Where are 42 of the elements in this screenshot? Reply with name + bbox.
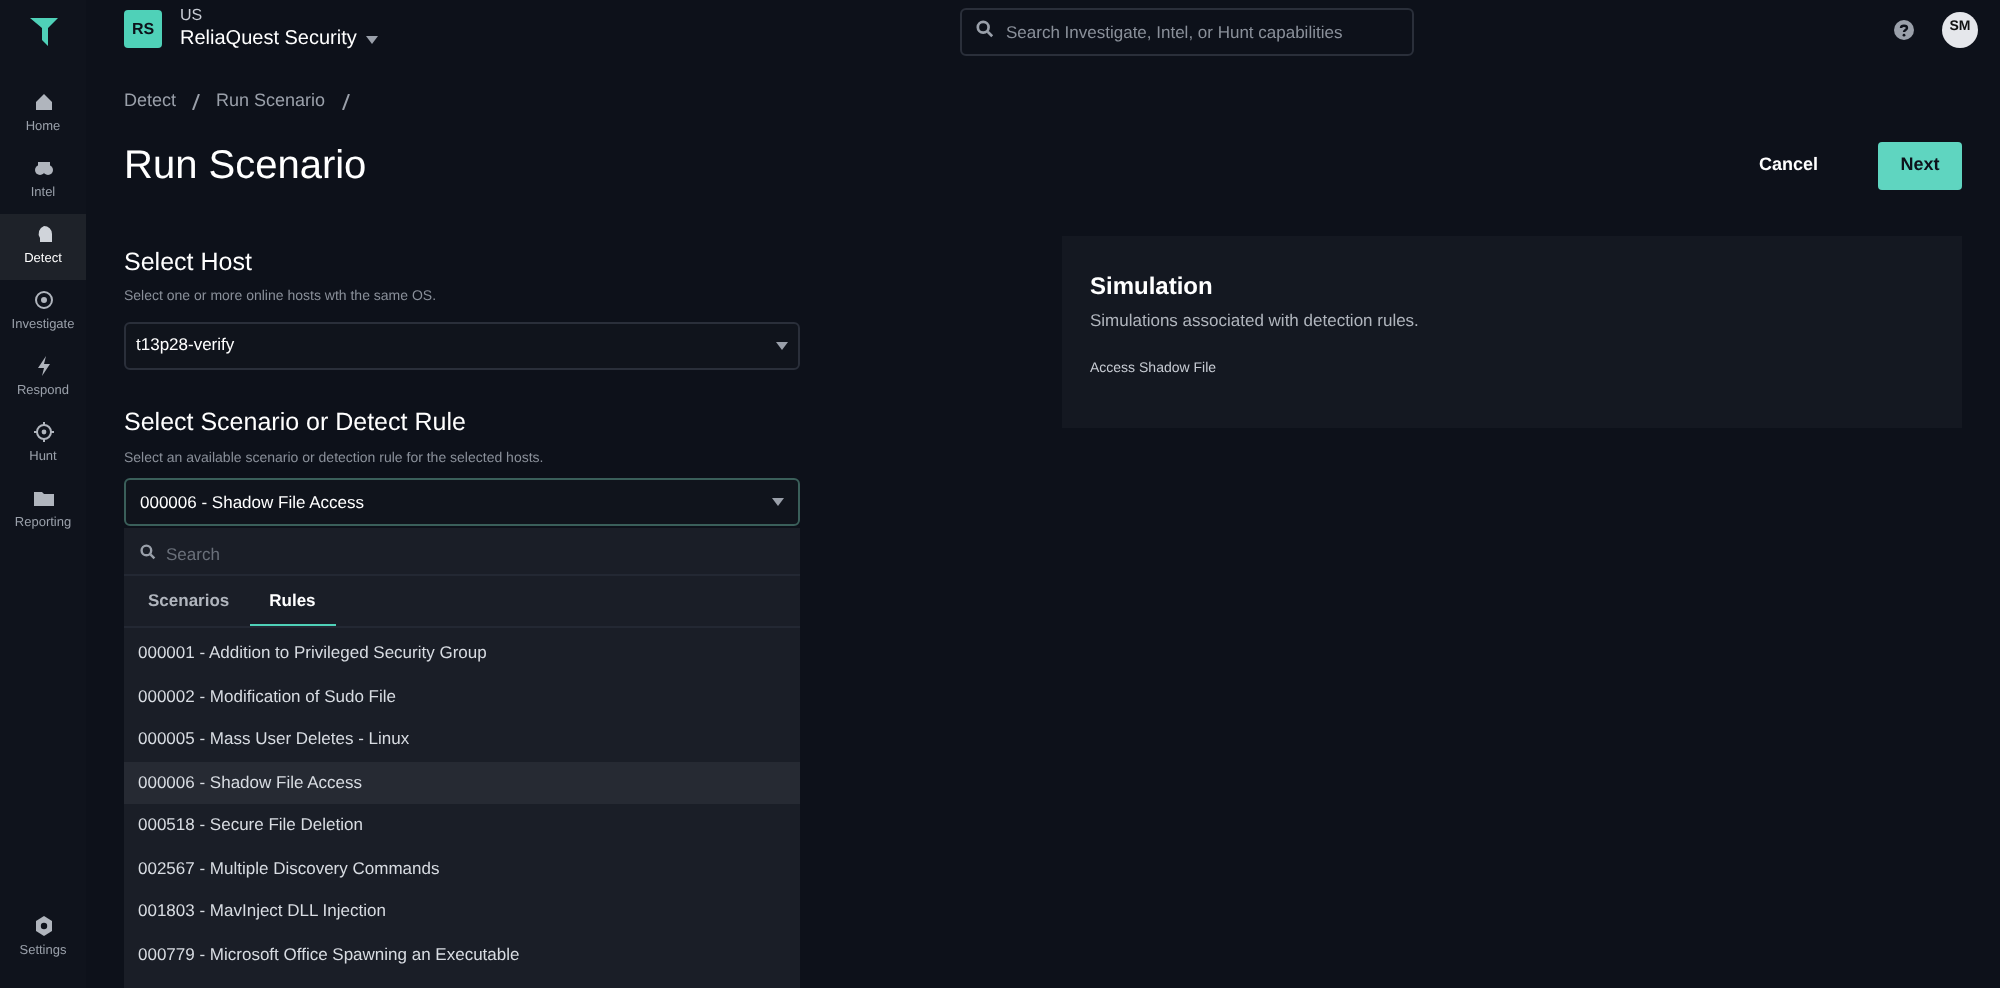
lightning-icon bbox=[33, 356, 53, 377]
dropdown-option[interactable]: 002567 - Multiple Discovery Commands bbox=[124, 847, 800, 890]
settings-icon bbox=[33, 916, 53, 937]
breadcrumb-link[interactable]: Run Scenario bbox=[216, 88, 326, 115]
rule-select[interactable]: 000006 - Shadow File Access bbox=[124, 478, 800, 526]
binoculars-icon bbox=[33, 158, 53, 179]
next-button[interactable]: Next bbox=[1878, 141, 1962, 189]
caret-icon bbox=[776, 341, 788, 350]
org-selector[interactable]: ReliaQuest Security bbox=[180, 30, 379, 50]
caret-icon bbox=[366, 36, 379, 44]
cancel-button[interactable]: Cancel bbox=[1738, 141, 1838, 189]
card-heading: Simulation bbox=[1090, 269, 1215, 303]
house-icon bbox=[33, 92, 53, 113]
card-subtitle: Simulations associated with detection rules. bbox=[1090, 307, 1421, 333]
caret-icon bbox=[772, 498, 784, 506]
dropdown-option[interactable]: 001803 - MavInject DLL Injection bbox=[124, 890, 800, 933]
help-icon[interactable] bbox=[1894, 19, 1914, 39]
page-title: Run Scenario bbox=[124, 141, 367, 191]
section-heading: Select Scenario or Detect Rule bbox=[124, 405, 468, 440]
dropdown-option[interactable]: 000001 - Addition to Privileged Security Group bbox=[124, 632, 800, 675]
org-badge: RS bbox=[124, 10, 162, 48]
dropdown-option[interactable]: 000002 - Modification of Sudo File bbox=[124, 675, 800, 718]
dropdown-tab[interactable]: Rules bbox=[249, 576, 336, 626]
section-heading: Select Host bbox=[124, 245, 254, 279]
logo-icon bbox=[29, 18, 57, 46]
radar-icon bbox=[33, 290, 53, 311]
search-icon bbox=[976, 20, 994, 38]
breadcrumb-link[interactable]: Detect bbox=[124, 88, 177, 115]
breadcrumb-separator-icon bbox=[192, 93, 201, 110]
host-select[interactable]: t13p28-verify bbox=[124, 321, 800, 370]
dropdown-option[interactable]: 000518 - Secure File Deletion bbox=[124, 804, 800, 847]
breadcrumb-separator-icon bbox=[341, 93, 350, 110]
crosshair-icon bbox=[33, 422, 53, 443]
dropdown-tab[interactable]: Scenarios bbox=[128, 576, 250, 626]
dropdown-option[interactable]: 000779 - Microsoft Office Spawning an Executable bbox=[124, 933, 800, 976]
search-icon bbox=[140, 544, 156, 560]
dropdown-search-field[interactable]: Search bbox=[124, 531, 800, 577]
folder-icon bbox=[33, 488, 53, 509]
region-label: US bbox=[180, 8, 205, 24]
dropdown-option[interactable]: 000006 - Shadow File Access bbox=[124, 761, 800, 804]
search-field[interactable]: Search Investigate, Intel, or Hunt capabilities bbox=[960, 7, 1414, 55]
dropdown-option[interactable]: 000005 - Mass User Deletes - Linux bbox=[124, 718, 800, 761]
